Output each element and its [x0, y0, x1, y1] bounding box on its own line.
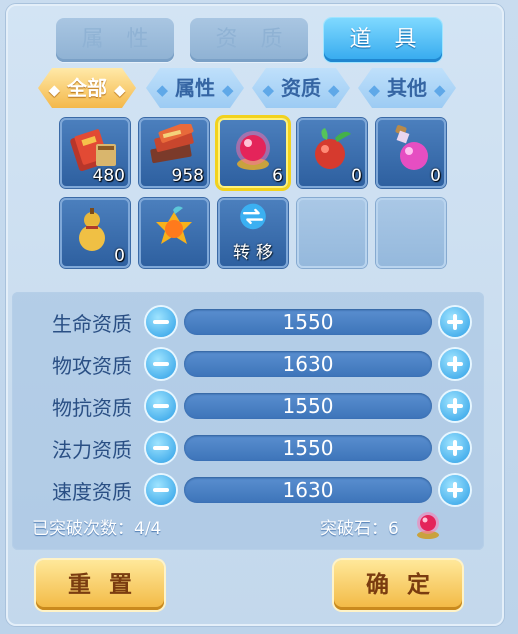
stat-value-bar: 1550: [184, 393, 432, 419]
minus-button[interactable]: [146, 391, 176, 421]
right-chevron-icon: ◆: [221, 81, 234, 99]
stat-label: 速度资质: [52, 480, 132, 504]
reset-button[interactable]: 重置: [36, 560, 164, 610]
item-count: 6: [272, 166, 283, 186]
minus-button[interactable]: [146, 349, 176, 379]
plus-button[interactable]: [440, 391, 470, 421]
filter-aptitude[interactable]: ◆ 资质 ◆: [252, 68, 350, 108]
stat-label: 法力资质: [52, 438, 132, 462]
right-chevron-icon: ◆: [113, 81, 126, 99]
minus-button[interactable]: [146, 433, 176, 463]
transfer-icon: [240, 203, 266, 230]
item-slot[interactable]: 958: [139, 118, 209, 188]
tab-aptitude[interactable]: 资 质: [190, 18, 308, 62]
plus-button[interactable]: [440, 307, 470, 337]
item-slot[interactable]: 0: [297, 118, 367, 188]
item-count: 0: [430, 166, 441, 186]
transfer-slot[interactable]: 转移: [218, 198, 288, 268]
filter-other-label: 其他: [387, 76, 427, 100]
filter-aptitude-label: 资质: [281, 76, 321, 100]
filter-attributes-label: 属性: [175, 76, 215, 100]
plus-button[interactable]: [440, 349, 470, 379]
stat-label: 物抗资质: [52, 396, 132, 420]
empty-item-slot[interactable]: [376, 198, 446, 268]
left-chevron-icon: ◆: [368, 81, 381, 99]
plus-button[interactable]: [440, 433, 470, 463]
stat-value-bar: 1630: [184, 477, 432, 503]
right-chevron-icon: ◆: [327, 81, 340, 99]
stat-label: 物攻资质: [52, 354, 132, 378]
item-count: 0: [351, 166, 362, 186]
empty-item-slot[interactable]: [297, 198, 367, 268]
stat-value-bar: 1550: [184, 435, 432, 461]
stat-row-hp: 生命资质 1550: [12, 304, 484, 338]
item-slot[interactable]: 480: [60, 118, 130, 188]
filter-all-label: 全部: [67, 76, 107, 100]
item-count: 0: [114, 246, 125, 266]
stat-value-bar: 1630: [184, 351, 432, 377]
item-slot-selected[interactable]: 6: [218, 118, 288, 188]
item-count: 480: [92, 166, 125, 186]
stat-row-speed: 速度资质 1630: [12, 472, 484, 506]
filter-attributes[interactable]: ◆ 属性 ◆: [146, 68, 244, 108]
stat-row-mana: 法力资质 1550: [12, 430, 484, 464]
left-chevron-icon: ◆: [156, 81, 169, 99]
stat-row-physical-attack: 物攻资质 1630: [12, 346, 484, 380]
filter-all[interactable]: ◆ 全部 ◆: [38, 68, 136, 108]
right-chevron-icon: ◆: [433, 81, 446, 99]
minus-button[interactable]: [146, 475, 176, 505]
breakthrough-count: 已突破次数：4/4: [32, 519, 162, 539]
plus-button[interactable]: [440, 475, 470, 505]
tab-items[interactable]: 道 具: [324, 18, 442, 62]
tab-attributes[interactable]: 属 性: [56, 18, 174, 62]
left-chevron-icon: ◆: [48, 81, 61, 99]
golden-fruit-icon: [156, 206, 192, 244]
breakthrough-stone-count: 突破石：6: [320, 519, 399, 539]
item-slot[interactable]: 0: [376, 118, 446, 188]
item-count: 958: [171, 166, 204, 186]
transfer-label: 转移: [233, 243, 279, 263]
minus-button[interactable]: [146, 307, 176, 337]
item-slot[interactable]: 0: [60, 198, 130, 268]
stat-label: 生命资质: [52, 312, 132, 336]
stat-value-bar: 1550: [184, 309, 432, 335]
filter-other[interactable]: ◆ 其他 ◆: [358, 68, 456, 108]
breakthrough-stone-icon: [417, 512, 439, 539]
stat-row-physical-defense: 物抗资质 1550: [12, 388, 484, 422]
item-slot[interactable]: [139, 198, 209, 268]
left-chevron-icon: ◆: [262, 81, 275, 99]
confirm-button[interactable]: 确定: [334, 560, 462, 610]
